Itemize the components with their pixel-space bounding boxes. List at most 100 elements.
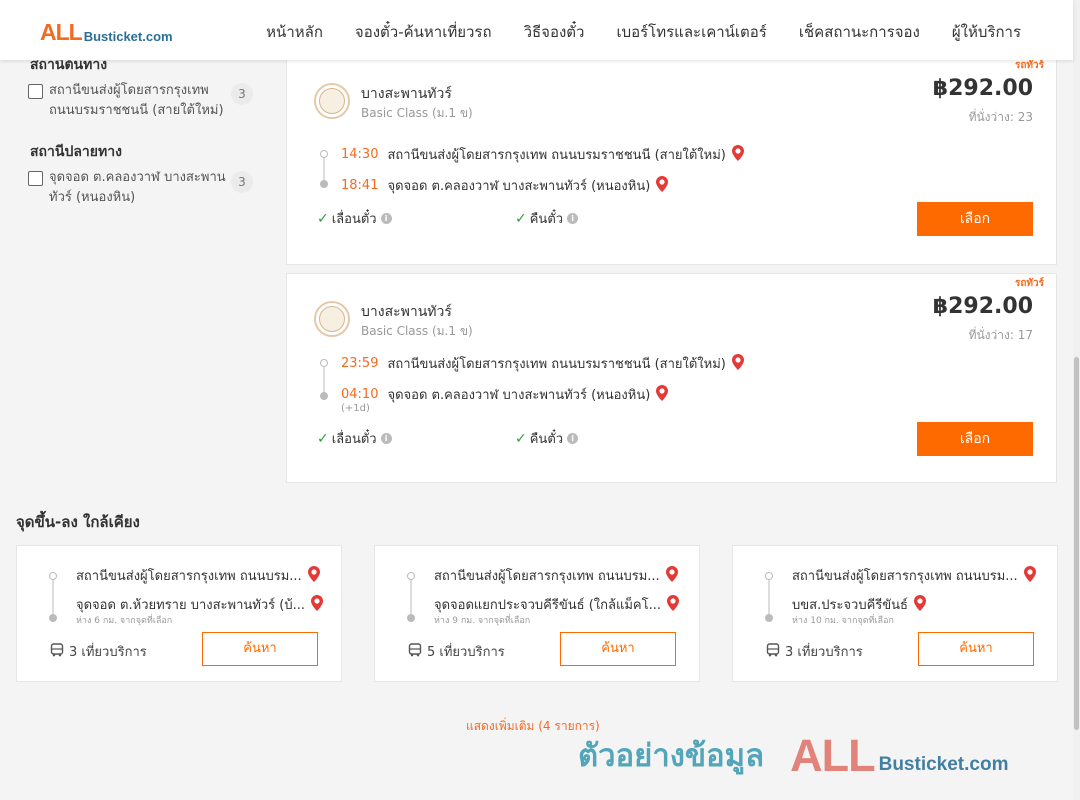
site-header: ALL Busticket.com หน้าหลัก จองตั๋ว-ค้นหา… [0,0,1073,60]
nearby-search-button[interactable]: ค้นหา [918,632,1034,666]
destination-filter-label: จุดจอด ต.คลองวาฬ บางสะพานทัวร์ (หนองหิน) [49,170,226,205]
logo-all: ALL [40,19,83,45]
bus-class: Basic Class (ม.1 ข) [361,106,473,120]
route-timeline [763,572,775,622]
bus-icon [50,642,64,661]
nearby-trip-count: 3 เที่ยวบริการ [766,641,863,662]
departure-time: 23:59 [341,356,379,371]
info-icon[interactable]: i [567,213,579,224]
nearby-from-stop: สถานีขนส่งผู้โดยสารกรุงเทพ ถนนบรม... [434,565,678,586]
map-pin-icon[interactable] [913,594,926,615]
main-nav: หน้าหลัก จองตั๋ว-ค้นหาเที่ยวรถ วิธีจองตั… [266,20,1021,44]
info-icon[interactable]: i [567,433,579,444]
watermark-text: ตัวอย่างข้อมูล [578,738,765,774]
map-pin-icon[interactable] [731,353,744,374]
arrival-station: จุดจอด ต.คลองวาฬ บางสะพานทัวร์ (หนองหิน) [387,388,651,403]
nearby-stop-card: สถานีขนส่งผู้โดยสารกรุงเทพ ถนนบรม... จุด… [16,545,342,682]
nearby-from-stop: สถานีขนส่งผู้โดยสารกรุงเทพ ถนนบรม... [76,565,320,586]
refund-feature: ✓ คืนตั๋ว i [515,208,579,229]
map-pin-icon[interactable] [656,384,669,405]
reschedule-label: เลื่อนตั๋ว [331,432,377,447]
nav-phone-counters[interactable]: เบอร์โทรและเคาน์เตอร์ [616,20,766,44]
departure-stop: 14:30 สถานีขนส่งผู้โดยสารกรุงเทพ ถนนบรมร… [341,144,744,165]
watermark-logo-domain: Busticket.com [878,754,1009,775]
departure-station: สถานีขนส่งผู้โดยสารกรุงเทพ ถนนบรมราชชนนี… [387,148,726,163]
departure-time: 14:30 [341,147,379,162]
nearby-to-stop: บขส.ประจวบคีรีขันธ์ [792,594,926,615]
origin-filter-label: สถานีขนส่งผู้โดยสารกรุงเทพ ถนนบรมราชชนนี… [49,83,224,118]
arrival-time: 18:41 [341,178,379,193]
map-pin-icon[interactable] [731,144,744,165]
destination-filter-option[interactable]: จุดจอด ต.คลองวาฬ บางสะพานทัวร์ (หนองหิน) [28,168,229,208]
arrival-station: จุดจอด ต.คลองวาฬ บางสะพานทัวร์ (หนองหิน) [387,179,651,194]
route-timeline [47,572,59,622]
arrival-stop: 18:41 จุดจอด ต.คลองวาฬ บางสะพานทัวร์ (หน… [341,175,669,196]
nav-how-to-book[interactable]: วิธีจองตั๋ว [524,20,585,44]
check-icon: ✓ [515,210,527,227]
refund-feature: ✓ คืนตั๋ว i [515,428,579,449]
nearby-distance: ห่าง 10 กม. จากจุดที่เลือก [792,616,894,626]
nearby-distance: ห่าง 6 กม. จากจุดที่เลือก [76,616,173,626]
logo-domain: Busticket.com [83,29,173,44]
scrollbar-thumb[interactable] [1074,357,1079,730]
nearby-search-button[interactable]: ค้นหา [560,632,676,666]
map-pin-icon[interactable] [1023,565,1036,586]
map-pin-icon[interactable] [656,175,669,196]
info-icon[interactable]: i [380,213,392,224]
destination-filter-count: 3 [231,171,253,193]
select-trip-button[interactable]: เลือก [917,422,1033,456]
origin-filter-count: 3 [231,83,253,105]
info-icon[interactable]: i [380,433,392,444]
check-icon: ✓ [317,210,329,227]
operator-name: บางสะพานทัวร์ [361,86,452,102]
departure-station: สถานีขนส่งผู้โดยสารกรุงเทพ ถนนบรมราชชนนี… [387,357,726,372]
route-timeline [405,572,417,622]
trip-price: ฿292.00 [932,76,1033,101]
destination-filter-heading: สถานีปลายทาง [30,144,122,160]
nav-home[interactable]: หน้าหลัก [266,20,323,44]
nav-check-booking[interactable]: เช็คสถานะการจอง [799,20,920,44]
nearby-from-stop: สถานีขนส่งผู้โดยสารกรุงเทพ ถนนบรม... [792,565,1036,586]
reschedule-feature: ✓ เลื่อนตั๋ว i [317,208,392,229]
map-pin-icon[interactable] [665,565,678,586]
seats-available: ที่นั่งว่าง: 23 [968,110,1033,124]
vehicle-type-tag: รถทัวร์ [1014,278,1044,289]
nearby-trip-count-label: 3 เที่ยวบริการ [785,645,863,660]
nearby-from-label: สถานีขนส่งผู้โดยสารกรุงเทพ ถนนบรม... [792,569,1018,584]
origin-checkbox[interactable] [28,84,43,99]
select-trip-button[interactable]: เลือก [917,202,1033,236]
seats-available: ที่นั่งว่าง: 17 [968,328,1033,342]
bus-icon [408,642,422,661]
route-timeline [318,150,330,188]
map-pin-icon[interactable] [666,594,679,615]
reschedule-label: เลื่อนตั๋ว [331,212,377,227]
refund-label: คืนตั๋ว [529,212,564,227]
page-scrollbar[interactable] [1073,0,1080,800]
check-icon: ✓ [317,430,329,447]
arrival-stop: 04:10 จุดจอด ต.คลองวาฬ บางสะพานทัวร์ (หน… [341,384,669,405]
nearby-to-stop: จุดจอด ต.ห้วยทราย บางสะพานทัวร์ (บ้... [76,594,323,615]
map-pin-icon[interactable] [307,565,320,586]
origin-filter-option[interactable]: สถานีขนส่งผู้โดยสารกรุงเทพ ถนนบรมราชชนนี… [28,81,229,121]
nearby-stops-title: จุดขึ้น-ลง ใกล้เคียง [16,513,140,531]
check-icon: ✓ [515,430,527,447]
destination-checkbox[interactable] [28,171,43,186]
nearby-trip-count: 3 เที่ยวบริการ [50,641,147,662]
nearby-to-label: จุดจอด ต.ห้วยทราย บางสะพานทัวร์ (บ้... [76,598,305,613]
nearby-trip-count: 5 เที่ยวบริการ [408,641,505,662]
nav-operators[interactable]: ผู้ให้บริการ [952,20,1021,44]
nearby-to-label: จุดจอดแยกประจวบคีรีขันธ์ (ใกล้แม็คโ... [434,598,661,613]
sample-data-watermark: ตัวอย่างข้อมูล ALL Busticket.com [578,728,1008,778]
arrival-time: 04:10 [341,387,379,402]
nav-book-search[interactable]: จองตั๋ว-ค้นหาเที่ยวรถ [355,20,492,44]
nearby-distance: ห่าง 9 กม. จากจุดที่เลือก [434,616,531,626]
nearby-from-label: สถานีขนส่งผู้โดยสารกรุงเทพ ถนนบรม... [76,569,302,584]
trip-price: ฿292.00 [932,294,1033,319]
nearby-stop-card: สถานีขนส่งผู้โดยสารกรุงเทพ ถนนบรม... จุด… [374,545,700,682]
site-logo[interactable]: ALL Busticket.com [40,18,173,45]
map-pin-icon[interactable] [311,594,323,615]
vehicle-type-tag: รถทัวร์ [1014,60,1044,71]
next-day-indicator: (+1d) [341,403,370,414]
nearby-search-button[interactable]: ค้นหา [202,632,318,666]
bus-class: Basic Class (ม.1 ข) [361,324,473,338]
